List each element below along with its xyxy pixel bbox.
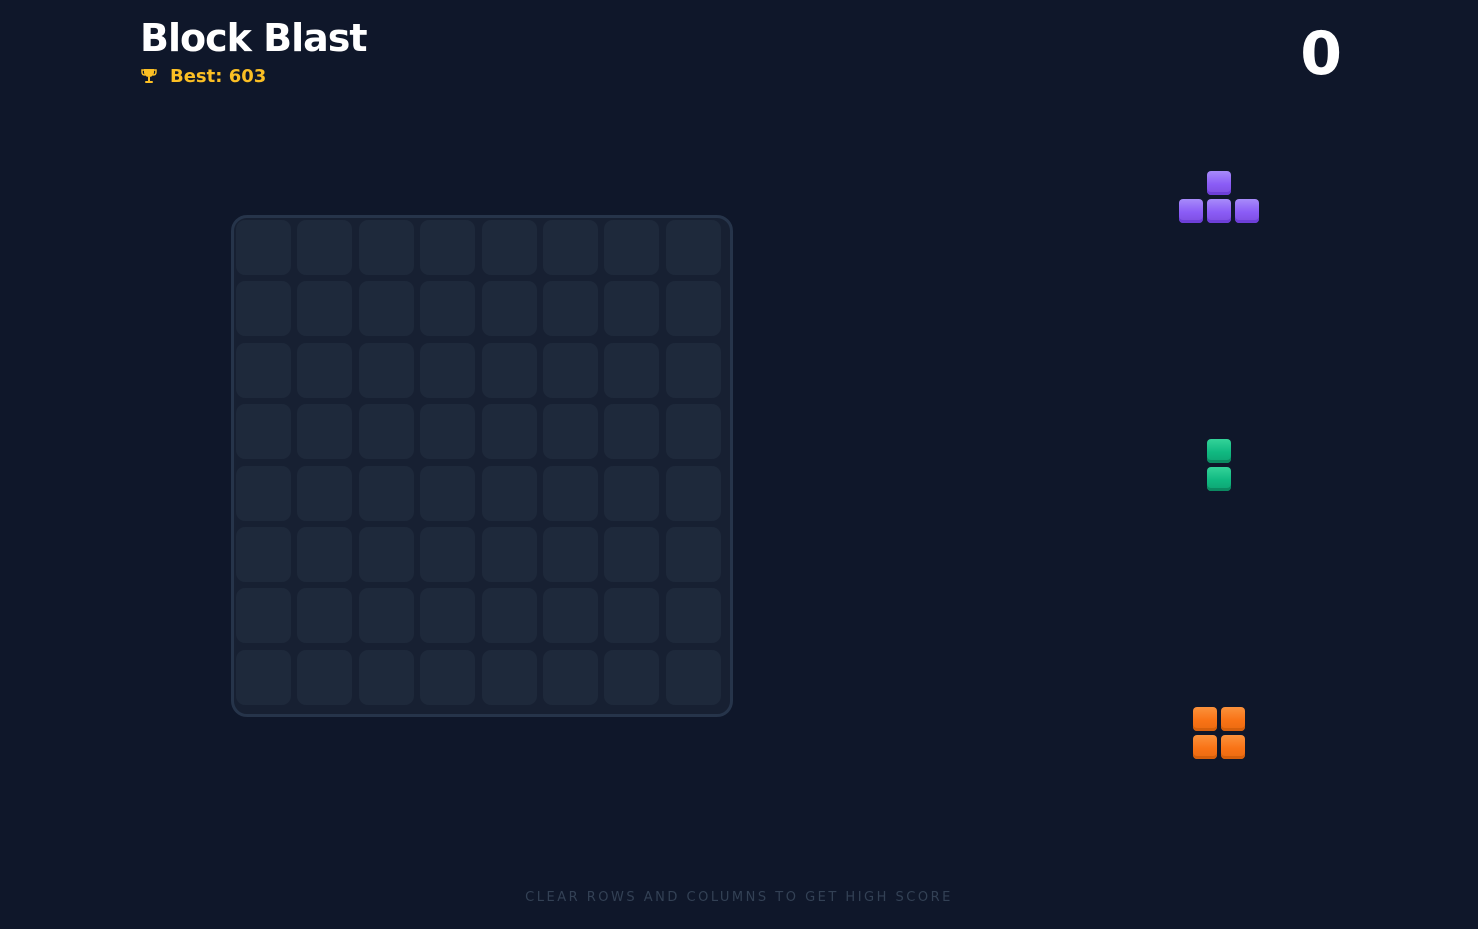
board-cell[interactable] <box>420 281 476 337</box>
piece-block <box>1235 199 1259 223</box>
board-cell[interactable] <box>481 342 537 398</box>
board-cell[interactable] <box>665 465 721 521</box>
board-cell[interactable] <box>604 526 660 582</box>
piece-block <box>1207 199 1231 223</box>
board-cell[interactable] <box>420 220 476 275</box>
trophy-icon <box>141 69 157 83</box>
board-cell[interactable] <box>236 649 291 705</box>
piece-block <box>1207 439 1231 463</box>
board-cell[interactable] <box>358 342 414 398</box>
board-cell[interactable] <box>358 281 414 337</box>
board-cell[interactable] <box>236 588 291 644</box>
board-cell[interactable] <box>420 465 476 521</box>
board-cell[interactable] <box>297 649 353 705</box>
board-cell[interactable] <box>481 526 537 582</box>
board-cell[interactable] <box>604 342 660 398</box>
board-cell[interactable] <box>604 281 660 337</box>
current-score: 0 <box>1300 19 1342 89</box>
board-cell[interactable] <box>542 404 598 460</box>
best-score-label: Best: 603 <box>170 65 267 87</box>
piece-block <box>1221 707 1245 731</box>
board-cell[interactable] <box>542 281 598 337</box>
board-cell[interactable] <box>358 649 414 705</box>
board-cell[interactable] <box>542 465 598 521</box>
board-cell[interactable] <box>358 588 414 644</box>
board-cell[interactable] <box>542 342 598 398</box>
board-cell[interactable] <box>236 526 291 582</box>
board-cell[interactable] <box>481 588 537 644</box>
square-piece[interactable] <box>1193 707 1246 760</box>
board-cell[interactable] <box>297 281 353 337</box>
board-cell[interactable] <box>481 281 537 337</box>
game-screen: Block Blast Best: 603 0 CLEAR ROWS AND C… <box>0 0 1478 929</box>
piece-block <box>1193 707 1217 731</box>
board-cell[interactable] <box>665 342 721 398</box>
board-cell[interactable] <box>604 404 660 460</box>
board-cell[interactable] <box>297 588 353 644</box>
board-cell[interactable] <box>604 649 660 705</box>
board-cell[interactable] <box>604 465 660 521</box>
board-cell[interactable] <box>358 526 414 582</box>
board-cell[interactable] <box>481 220 537 275</box>
board-cell[interactable] <box>665 281 721 337</box>
board-cell[interactable] <box>481 465 537 521</box>
board-cell[interactable] <box>665 649 721 705</box>
best-score: Best: 603 <box>140 64 266 88</box>
board-cell[interactable] <box>420 342 476 398</box>
board-cell[interactable] <box>420 404 476 460</box>
t-piece[interactable] <box>1179 171 1260 224</box>
board-cell[interactable] <box>297 220 353 275</box>
board-cell[interactable] <box>297 526 353 582</box>
board-cell[interactable] <box>236 404 291 460</box>
vertical-domino-piece[interactable] <box>1207 439 1232 492</box>
board-cell[interactable] <box>236 342 291 398</box>
piece-block <box>1179 199 1203 223</box>
instruction-hint: CLEAR ROWS AND COLUMNS TO GET HIGH SCORE <box>525 890 953 905</box>
board-cell[interactable] <box>297 404 353 460</box>
board-cell[interactable] <box>665 526 721 582</box>
board-cell[interactable] <box>481 404 537 460</box>
piece-block <box>1193 735 1217 759</box>
piece-block <box>1207 171 1231 195</box>
piece-block <box>1221 735 1245 759</box>
board-cell[interactable] <box>420 526 476 582</box>
board-cell[interactable] <box>358 404 414 460</box>
board-cell[interactable] <box>420 649 476 705</box>
board-cell[interactable] <box>542 220 598 275</box>
board-cell[interactable] <box>236 465 291 521</box>
board-cell[interactable] <box>542 526 598 582</box>
board-cell[interactable] <box>420 588 476 644</box>
board-cell[interactable] <box>665 588 721 644</box>
game-board[interactable] <box>231 215 733 717</box>
game-title: Block Blast <box>140 16 368 60</box>
board-cell[interactable] <box>236 220 291 275</box>
board-cell[interactable] <box>665 220 721 275</box>
board-cell[interactable] <box>542 649 598 705</box>
board-cell[interactable] <box>358 220 414 275</box>
board-cell[interactable] <box>481 649 537 705</box>
board-cell[interactable] <box>665 404 721 460</box>
board-cell[interactable] <box>604 588 660 644</box>
board-cell[interactable] <box>297 465 353 521</box>
board-cell[interactable] <box>604 220 660 275</box>
board-cell[interactable] <box>358 465 414 521</box>
board-cell[interactable] <box>297 342 353 398</box>
board-cell[interactable] <box>542 588 598 644</box>
piece-block <box>1207 467 1231 491</box>
board-cell[interactable] <box>236 281 291 337</box>
